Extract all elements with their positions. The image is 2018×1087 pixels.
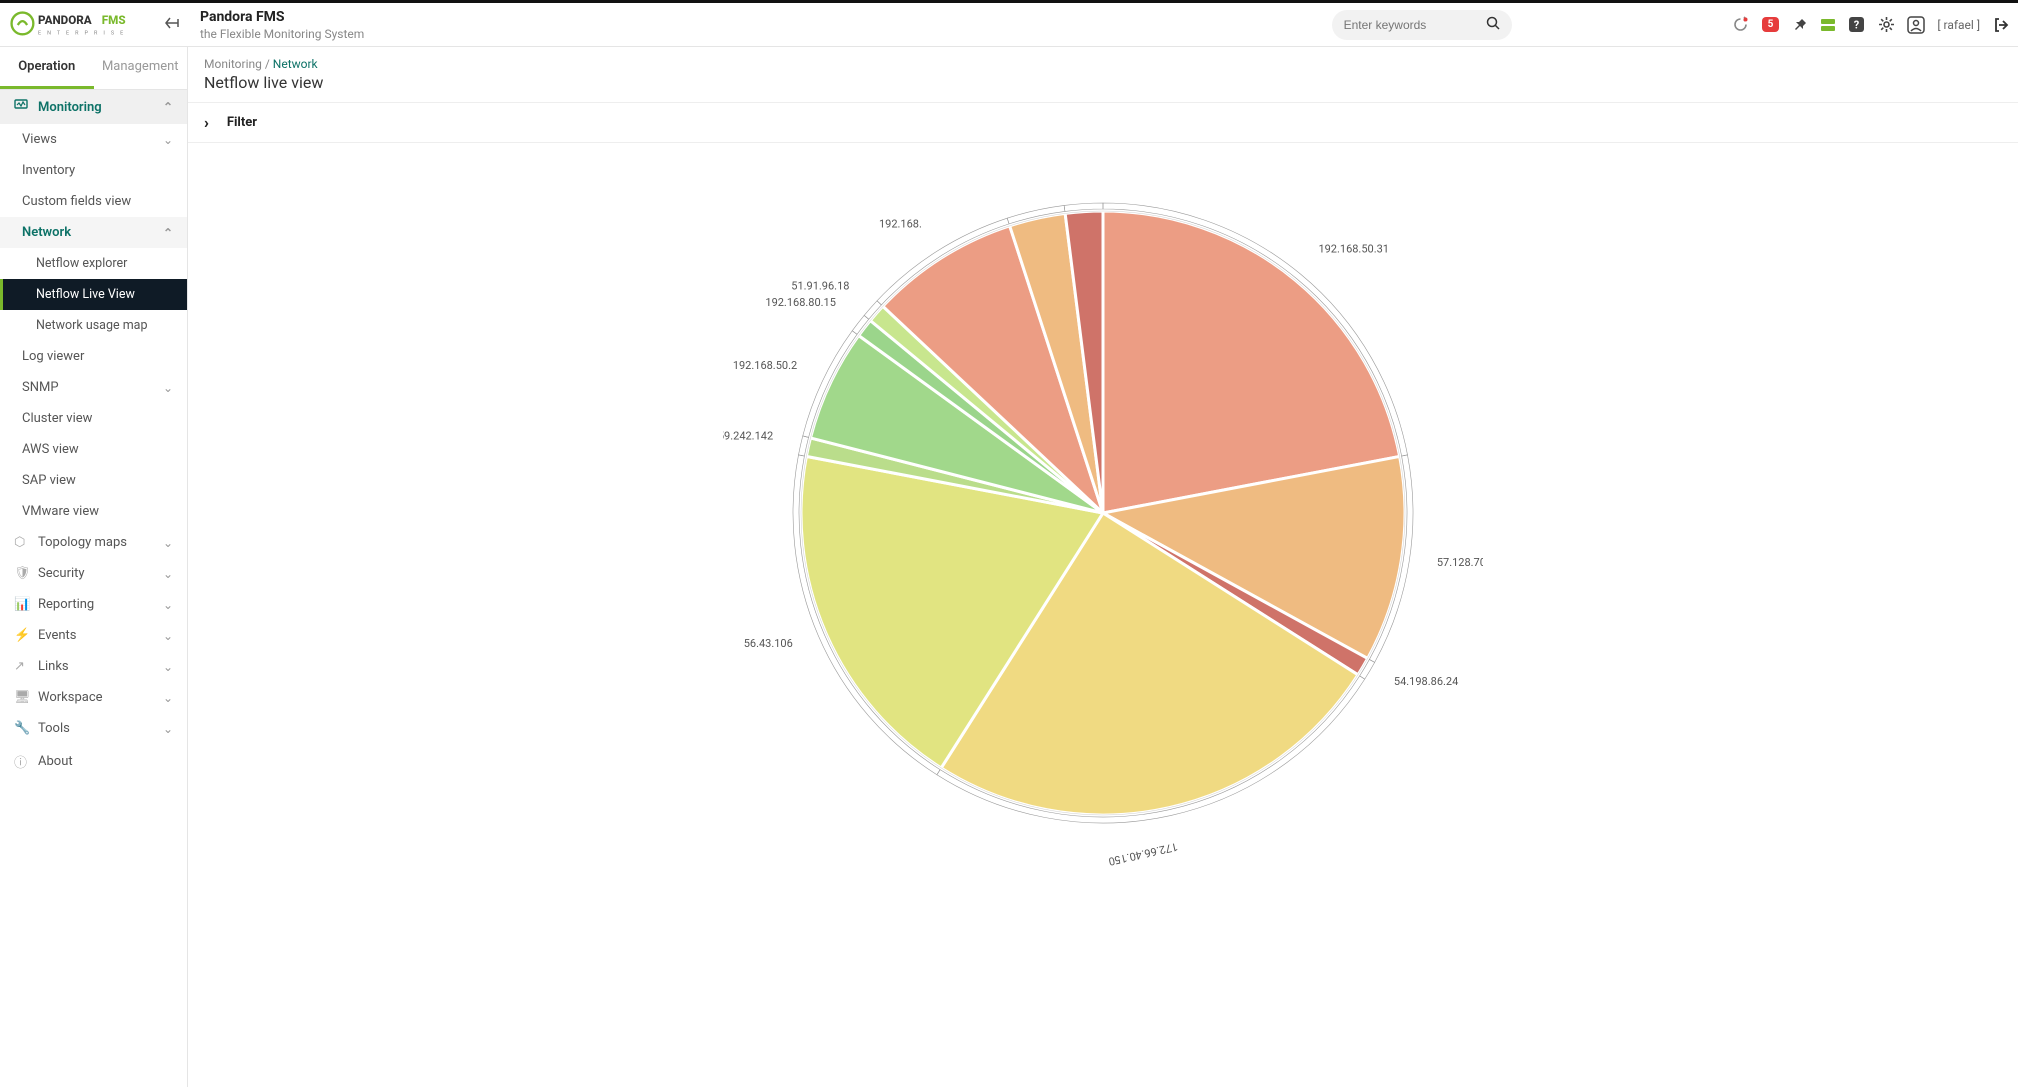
sidebar-item-links[interactable]: ↗Links⌄ xyxy=(0,651,187,682)
app-title: Pandora FMS xyxy=(200,9,364,25)
user-label[interactable]: [ rafael ] xyxy=(1937,18,1980,32)
logo: PANDORA FMS E N T E R P R I S E xyxy=(10,11,150,39)
status-icon[interactable] xyxy=(1821,19,1835,31)
pie-slice-label: 56.43.106 xyxy=(744,637,793,650)
sidebar-tabs: Operation Management xyxy=(0,47,187,90)
chevron-down-icon: ⌄ xyxy=(163,567,173,581)
link-icon: ↗ xyxy=(14,659,30,674)
chevron-down-icon: ⌄ xyxy=(163,598,173,612)
search-box[interactable] xyxy=(1332,10,1512,40)
chevron-up-icon: ⌃ xyxy=(163,100,173,114)
app-subtitle: the Flexible Monitoring System xyxy=(200,27,364,41)
chevron-down-icon: ⌄ xyxy=(163,536,173,550)
sidebar-item-reporting[interactable]: 📊Reporting⌄ xyxy=(0,589,187,620)
sidebar-item-topology[interactable]: ⬡Topology maps⌄ xyxy=(0,527,187,558)
workspace-icon: 🖥 xyxy=(14,690,30,705)
sidebar: Operation Management Monitoring ⌃ Views⌄… xyxy=(0,47,188,1087)
chevron-down-icon: ⌄ xyxy=(163,381,173,395)
breadcrumb-root[interactable]: Monitoring xyxy=(204,57,262,71)
refresh-icon[interactable] xyxy=(1732,16,1750,34)
sidebar-item-log-viewer[interactable]: Log viewer xyxy=(0,341,187,372)
sidebar-item-about[interactable]: ⓘAbout xyxy=(0,744,187,779)
chevron-down-icon: ⌄ xyxy=(163,629,173,643)
svg-text:PANDORA: PANDORA xyxy=(38,13,92,27)
wrench-icon: 🔧 xyxy=(14,721,30,736)
search-input[interactable] xyxy=(1344,18,1480,32)
page-title: Netflow live view xyxy=(188,73,2018,102)
chevron-right-icon: › xyxy=(204,113,209,132)
sidebar-item-snmp[interactable]: SNMP⌄ xyxy=(0,372,187,403)
chevron-down-icon: ⌄ xyxy=(163,133,173,147)
chevron-up-icon: ⌃ xyxy=(163,226,173,240)
chevron-down-icon: ⌄ xyxy=(163,722,173,736)
sidebar-item-netflow-explorer[interactable]: Netflow explorer xyxy=(0,248,187,279)
notification-badge[interactable]: 5 xyxy=(1762,17,1780,32)
header-actions: 5 ? [ rafael ] xyxy=(1732,16,2010,34)
logout-icon[interactable] xyxy=(1992,16,2010,34)
chevron-down-icon: ⌄ xyxy=(163,691,173,705)
svg-text:FMS: FMS xyxy=(102,13,126,27)
filter-toggle[interactable]: › Filter xyxy=(188,102,2018,143)
bolt-icon: ⚡ xyxy=(14,628,30,643)
svg-text:?: ? xyxy=(1854,19,1860,32)
sidebar-item-network[interactable]: Network⌃ xyxy=(0,217,187,248)
monitor-icon xyxy=(14,98,30,116)
pie-slice-label: 192.168.80.15 xyxy=(765,296,836,309)
sidebar-item-custom-fields[interactable]: Custom fields view xyxy=(0,186,187,217)
chevron-down-icon: ⌄ xyxy=(163,660,173,674)
sidebar-item-sap[interactable]: SAP view xyxy=(0,465,187,496)
filter-label: Filter xyxy=(227,115,257,130)
sidebar-item-network-usage[interactable]: Network usage map xyxy=(0,310,187,341)
user-icon[interactable] xyxy=(1907,16,1925,34)
sidebar-item-views[interactable]: Views⌄ xyxy=(0,124,187,155)
logo-block: PANDORA FMS E N T E R P R I S E xyxy=(0,11,188,39)
pie-slice-label: 54.198.86.24 xyxy=(1394,675,1458,688)
sidebar-item-workspace[interactable]: 🖥Workspace⌄ xyxy=(0,682,187,713)
chart-icon: 📊 xyxy=(14,597,30,612)
svg-text:E N T E R P R I S E: E N T E R P R I S E xyxy=(38,30,126,36)
sidebar-label: Monitoring xyxy=(38,100,102,115)
sidebar-collapse-icon[interactable] xyxy=(164,16,180,34)
chart-container: 192.168.50.31 57.128.70.138 54.198.86.24 17… xyxy=(188,143,2018,923)
pie-slice-label: 57.128.70.138 xyxy=(1437,556,1483,569)
pie-slice-label: 192.168. xyxy=(879,218,922,231)
tab-operation[interactable]: Operation xyxy=(0,47,94,89)
sidebar-item-vmware[interactable]: VMware view xyxy=(0,496,187,527)
main-content: Monitoring / Network Netflow live view ›… xyxy=(188,47,2018,1087)
help-icon[interactable]: ? xyxy=(1847,16,1865,34)
sidebar-item-aws[interactable]: AWS view xyxy=(0,434,187,465)
pie-slice-label: 51.91.96.18 xyxy=(791,279,849,292)
pie-slice-label: 192.168.50.2 xyxy=(733,359,797,372)
pie-slice-label: 146.59.242.142 xyxy=(723,429,773,442)
sidebar-item-security[interactable]: 🛡Security⌄ xyxy=(0,558,187,589)
sidebar-item-inventory[interactable]: Inventory xyxy=(0,155,187,186)
netflow-pie-chart[interactable]: 192.168.50.31 57.128.70.138 54.198.86.24 17… xyxy=(723,163,1483,883)
breadcrumb-leaf[interactable]: Network xyxy=(273,57,318,71)
shield-icon: 🛡 xyxy=(14,566,30,581)
gear-icon[interactable] xyxy=(1877,16,1895,34)
title-block: Pandora FMS the Flexible Monitoring Syst… xyxy=(188,9,364,41)
app-header: PANDORA FMS E N T E R P R I S E Pandora … xyxy=(0,3,2018,47)
breadcrumb: Monitoring / Network xyxy=(188,47,2018,73)
search-icon[interactable] xyxy=(1486,16,1500,34)
info-icon: ⓘ xyxy=(14,752,30,771)
pin-icon[interactable] xyxy=(1791,16,1809,34)
topology-icon: ⬡ xyxy=(14,535,30,550)
sidebar-item-tools[interactable]: 🔧Tools⌄ xyxy=(0,713,187,744)
sidebar-item-events[interactable]: ⚡Events⌄ xyxy=(0,620,187,651)
sidebar-item-netflow-live[interactable]: Netflow Live View xyxy=(0,279,187,310)
sidebar-item-cluster[interactable]: Cluster view xyxy=(0,403,187,434)
sidebar-item-monitoring[interactable]: Monitoring ⌃ xyxy=(0,90,187,124)
tab-management[interactable]: Management xyxy=(94,47,188,89)
pie-slice-label: 192.168.50.31 xyxy=(1318,243,1389,256)
pie-slice-label: 172.66.40.150 xyxy=(1107,840,1179,868)
